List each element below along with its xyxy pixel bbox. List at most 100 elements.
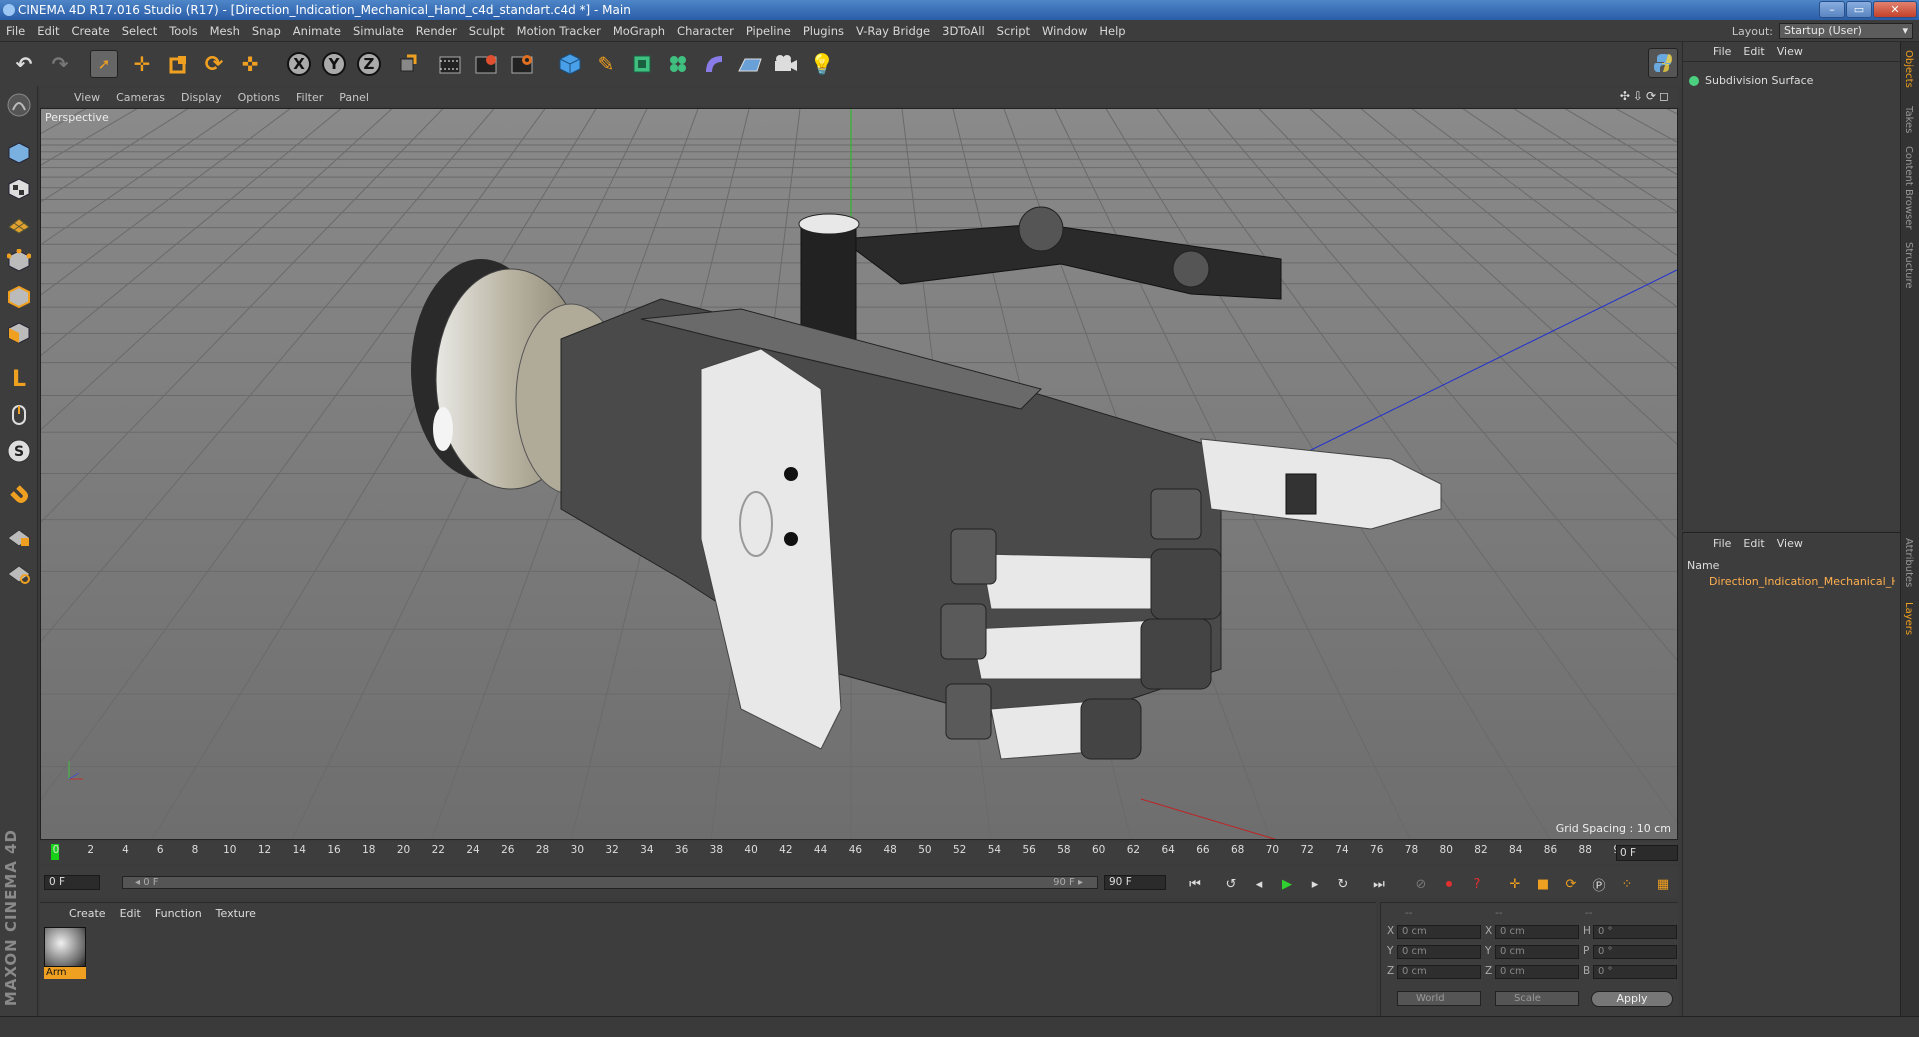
size-x-field[interactable]: 0 cm xyxy=(1495,925,1579,939)
planar-workplane-icon[interactable] xyxy=(4,558,34,588)
layer-menu-view[interactable]: View xyxy=(1771,537,1809,550)
menu-file[interactable]: File xyxy=(0,24,31,38)
current-frame-field[interactable]: 0 F xyxy=(1616,845,1678,861)
tab-attributes[interactable]: Attributes xyxy=(1903,538,1914,587)
tab-structure[interactable]: Structure xyxy=(1903,242,1914,289)
menu-window[interactable]: Window xyxy=(1036,24,1093,38)
timeline-ruler[interactable]: 0 2 4 6 8 10 12 14 16 18 20 22 24 26 28 30 32 34 36 38 40 42 4… xyxy=(40,842,1678,864)
menu-mesh[interactable]: Mesh xyxy=(204,24,246,38)
material-menu-edit[interactable]: Edit xyxy=(113,907,148,920)
layer-menu-edit[interactable]: Edit xyxy=(1737,537,1770,550)
edges-mode-icon[interactable] xyxy=(4,282,34,312)
next-key-icon[interactable]: ↻ xyxy=(1332,873,1354,895)
viewport-menu-cameras[interactable]: Cameras xyxy=(108,91,173,104)
rotate-icon[interactable]: ⟳ xyxy=(200,50,228,78)
layer-menu-file[interactable]: File xyxy=(1707,537,1737,550)
object-row-subdivision-surface[interactable]: Subdivision Surface xyxy=(1689,74,1813,87)
python-icon[interactable] xyxy=(1648,48,1678,78)
key-scale-icon[interactable]: ■ xyxy=(1532,873,1554,895)
previous-key-icon[interactable]: ↺ xyxy=(1220,873,1242,895)
menu-render[interactable]: Render xyxy=(410,24,463,38)
end-frame-field[interactable]: 90 F xyxy=(1104,875,1166,890)
make-editable-icon[interactable] xyxy=(4,90,34,120)
apply-button[interactable]: Apply xyxy=(1591,991,1673,1007)
z-axis-lock-button[interactable]: Z xyxy=(357,52,381,76)
render-settings-icon[interactable] xyxy=(508,50,536,78)
material-menu-texture[interactable]: Texture xyxy=(209,907,263,920)
scale-icon[interactable] xyxy=(164,50,192,78)
menu-pipeline[interactable]: Pipeline xyxy=(740,24,797,38)
key-rotation-icon[interactable]: ⟳ xyxy=(1560,873,1582,895)
perspective-viewport[interactable]: Perspective Grid Spacing : 10 cm xyxy=(40,108,1678,840)
key-parameter-icon[interactable]: Ⓟ xyxy=(1588,873,1610,895)
x-axis-lock-button[interactable]: X xyxy=(287,52,311,76)
key-pla-icon[interactable]: ⁘ xyxy=(1616,873,1638,895)
menu-simulate[interactable]: Simulate xyxy=(347,24,410,38)
rotation-h-field[interactable]: 0 ° xyxy=(1593,925,1677,939)
menu-character[interactable]: Character xyxy=(671,24,740,38)
light-icon[interactable]: 💡 xyxy=(808,50,836,78)
layer-row[interactable]: Direction_Indication_Mechanical_Hand xyxy=(1687,575,1895,588)
transform-icon[interactable]: ✜ xyxy=(236,50,264,78)
polygons-mode-icon[interactable] xyxy=(4,318,34,348)
key-position-icon[interactable]: ✛ xyxy=(1504,873,1526,895)
live-selection-icon[interactable]: ➚ xyxy=(90,50,118,78)
render-view-icon[interactable] xyxy=(436,50,464,78)
tab-layers[interactable]: Layers xyxy=(1903,602,1914,635)
object-menu-edit[interactable]: Edit xyxy=(1737,45,1770,58)
rotation-p-field[interactable]: 0 ° xyxy=(1593,945,1677,959)
coordinate-space-dropdown[interactable]: World xyxy=(1397,991,1481,1006)
menu-create[interactable]: Create xyxy=(66,24,116,38)
go-to-end-icon[interactable]: ⏭ xyxy=(1368,873,1390,895)
cloner-icon[interactable] xyxy=(664,50,692,78)
position-z-field[interactable]: 0 cm xyxy=(1397,965,1481,979)
menu-select[interactable]: Select xyxy=(116,24,163,38)
object-menu-view[interactable]: View xyxy=(1771,45,1809,58)
previous-frame-icon[interactable]: ◂ xyxy=(1248,873,1270,895)
redo-icon[interactable]: ↷ xyxy=(46,50,74,78)
menu-tools[interactable]: Tools xyxy=(163,24,203,38)
layout-dropdown[interactable]: Startup (User) xyxy=(1779,23,1913,39)
menu-script[interactable]: Script xyxy=(991,24,1036,38)
record-keys-icon[interactable]: ⊘ xyxy=(1410,873,1432,895)
size-mode-dropdown[interactable]: Scale xyxy=(1495,991,1579,1006)
material-swatch-arm[interactable]: Arm xyxy=(44,927,86,979)
keyframe-selection-icon[interactable]: ? xyxy=(1466,873,1488,895)
next-frame-icon[interactable]: ▸ xyxy=(1304,873,1326,895)
material-menu-create[interactable]: Create xyxy=(62,907,113,920)
frame-range-slider[interactable]: ◂ 0 F 90 F ▸ xyxy=(122,876,1098,889)
workplane-lock-icon[interactable] xyxy=(4,522,34,552)
menu-motion-tracker[interactable]: Motion Tracker xyxy=(511,24,607,38)
points-mode-icon[interactable] xyxy=(4,246,34,276)
menu-vray-bridge[interactable]: V-Ray Bridge xyxy=(850,24,936,38)
tab-takes[interactable]: Takes xyxy=(1903,106,1914,133)
menu-edit[interactable]: Edit xyxy=(31,24,65,38)
render-to-picture-viewer-icon[interactable] xyxy=(472,50,500,78)
size-y-field[interactable]: 0 cm xyxy=(1495,945,1579,959)
viewport-navigation-icons[interactable]: ✣⇩⟳◻ xyxy=(1620,89,1672,103)
position-y-field[interactable]: 0 cm xyxy=(1397,945,1481,959)
close-button[interactable]: ✕ xyxy=(1873,1,1917,18)
menu-help[interactable]: Help xyxy=(1093,24,1131,38)
tweak-mode-icon[interactable] xyxy=(4,400,34,430)
size-z-field[interactable]: 0 cm xyxy=(1495,965,1579,979)
menu-plugins[interactable]: Plugins xyxy=(797,24,850,38)
y-axis-lock-button[interactable]: Y xyxy=(322,52,346,76)
maximize-button[interactable]: ▭ xyxy=(1846,1,1872,18)
viewport-menu-filter[interactable]: Filter xyxy=(288,91,331,104)
object-menu-file[interactable]: File xyxy=(1707,45,1737,58)
snap-icon[interactable]: S xyxy=(4,436,34,466)
menu-snap[interactable]: Snap xyxy=(246,24,287,38)
autokey-icon[interactable]: ⏺ xyxy=(1438,873,1460,895)
camera-icon[interactable] xyxy=(772,50,800,78)
timeline-window-icon[interactable]: ▦ xyxy=(1652,873,1674,895)
start-frame-field[interactable]: 0 F xyxy=(44,875,100,890)
menu-animate[interactable]: Animate xyxy=(287,24,347,38)
tab-objects[interactable]: Objects xyxy=(1903,50,1914,88)
minimize-button[interactable]: – xyxy=(1819,1,1845,18)
model-mode-icon[interactable] xyxy=(4,138,34,168)
axis-mode-icon[interactable]: L xyxy=(4,364,34,394)
coordinate-system-icon[interactable] xyxy=(394,50,422,78)
viewport-menu-view[interactable]: View xyxy=(66,91,108,104)
workplane-icon[interactable] xyxy=(4,208,34,238)
